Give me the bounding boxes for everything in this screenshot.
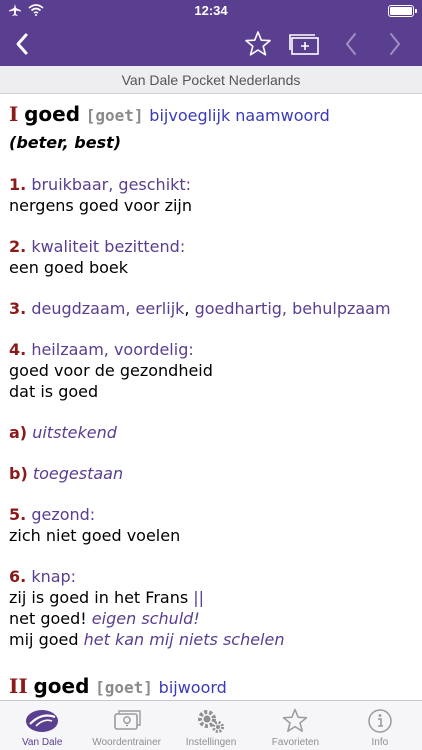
star-icon [283, 708, 308, 732]
sense-separator: , [184, 299, 195, 318]
sense-meaning-2[interactable]: goedhartig, behulpzaam [195, 299, 391, 318]
sense-number: 3. [9, 299, 27, 318]
entry-part-of-speech[interactable]: bijwoord [159, 678, 227, 697]
sense-number: 6. [9, 567, 27, 586]
favorite-button[interactable] [240, 22, 276, 66]
sense-meaning[interactable]: bruikbaar, geschikt: [31, 175, 191, 194]
entry-pronunciation: [goet] [95, 678, 153, 697]
gear-icon [198, 710, 225, 733]
sense-meaning[interactable]: knap: [31, 567, 76, 586]
sense-example: een goed boek [9, 258, 128, 277]
tab-woordentrainer[interactable]: Woordentrainer [84, 701, 168, 750]
tab-bar: Van Dale Woordentrainer Instellingen Fav… [0, 700, 422, 750]
sense-example: zij is goed in het Frans [9, 588, 189, 607]
tab-label: Favorieten [271, 737, 320, 748]
sense-meaning[interactable]: kwaliteit bezittend: [31, 237, 185, 256]
entry-lemma: goed [33, 674, 90, 698]
dictionary-title: Van Dale Pocket Nederlands [0, 66, 422, 94]
tab-info[interactable]: Info [338, 701, 422, 750]
add-to-trainer-button[interactable] [286, 22, 322, 66]
tab-label: Instellingen [185, 737, 237, 748]
dictionary-entry-view[interactable]: I goed [goet] bijvoeglijk naamwoord (bet… [0, 94, 422, 700]
sense-4: 4. heilzaam, voordelig: goed voor de gez… [9, 339, 412, 402]
sense-number: 4. [9, 340, 27, 359]
entry-roman-numeral: II [9, 674, 28, 698]
sense-5: 5. gezond: zich niet goed voelen [9, 504, 412, 546]
sense-6: 6. knap: zij is goed in het Frans || net… [9, 566, 412, 650]
sense-number: 5. [9, 505, 27, 524]
sense-letter: a) [9, 423, 28, 442]
tab-instellingen[interactable]: Instellingen [169, 701, 253, 750]
sense-2: 2. kwaliteit bezittend: een goed boek [9, 236, 412, 278]
idiom-phrase-2: mij goed [9, 630, 79, 649]
navigation-bar [0, 22, 422, 66]
entry-roman-numeral: I [9, 102, 19, 126]
tab-van-dale[interactable]: Van Dale [0, 701, 84, 750]
idiom-phrase: net goed! [9, 609, 87, 628]
sense-meaning[interactable]: gezond: [31, 505, 95, 524]
sense-meaning[interactable]: uitstekend [32, 423, 117, 442]
tab-favorieten[interactable]: Favorieten [253, 701, 337, 750]
sense-example: zich niet goed voelen [9, 526, 181, 545]
idiom-separator: || [193, 588, 205, 607]
chevron-left-disabled-icon [345, 33, 356, 55]
sense-4b: b) toegestaan [9, 463, 412, 484]
chevron-left-icon [16, 33, 28, 55]
entry-header-2: II goed [goet] bijwoord [9, 674, 412, 700]
status-bar: 12:34 [0, 0, 422, 22]
info-icon [368, 709, 392, 733]
sense-example: nergens goed voor zijn [9, 196, 193, 215]
tab-label: Info [371, 737, 389, 748]
idiom-meaning[interactable]: eigen schuld! [92, 609, 200, 628]
sense-meaning[interactable]: heilzaam, voordelig: [31, 340, 193, 359]
sense-example-2: dat is goed [9, 382, 99, 401]
star-outline-icon [245, 31, 271, 56]
tab-label: Woordentrainer [92, 737, 161, 748]
entry-pronunciation: [goet] [85, 106, 144, 125]
sense-1: 1. bruikbaar, geschikt: nergens goed voo… [9, 174, 412, 216]
sense-number: 1. [9, 175, 27, 194]
flashcard-icon [113, 710, 141, 730]
sense-letter: b) [9, 464, 28, 483]
previous-entry-button[interactable] [336, 22, 366, 66]
status-time: 12:34 [194, 3, 228, 18]
sense-3: 3. deugdzaam, eerlijk, goedhartig, behul… [9, 298, 412, 319]
add-card-icon [289, 34, 319, 55]
sense-meaning[interactable]: deugdzaam, eerlijk [31, 299, 184, 318]
entry-part-of-speech[interactable]: bijvoeglijk naamwoord [149, 106, 329, 125]
idiom-meaning-2[interactable]: het kan mij niets schelen [84, 630, 285, 649]
back-button[interactable] [4, 22, 40, 66]
sense-number: 2. [9, 237, 27, 256]
battery-icon [388, 5, 417, 17]
entry-header: I goed [goet] bijvoeglijk naamwoord [9, 102, 412, 128]
sense-example: goed voor de gezondheid [9, 361, 213, 380]
next-entry-button[interactable] [380, 22, 410, 66]
tab-label: Van Dale [22, 737, 63, 748]
van-dale-logo-icon [26, 710, 59, 732]
sense-4a: a) uitstekend [9, 422, 412, 443]
chevron-right-disabled-icon [390, 33, 401, 55]
sense-meaning[interactable]: toegestaan [33, 464, 123, 483]
entry-lemma: goed [24, 102, 81, 126]
entry-inflected-forms: (beter, best) [9, 133, 122, 152]
